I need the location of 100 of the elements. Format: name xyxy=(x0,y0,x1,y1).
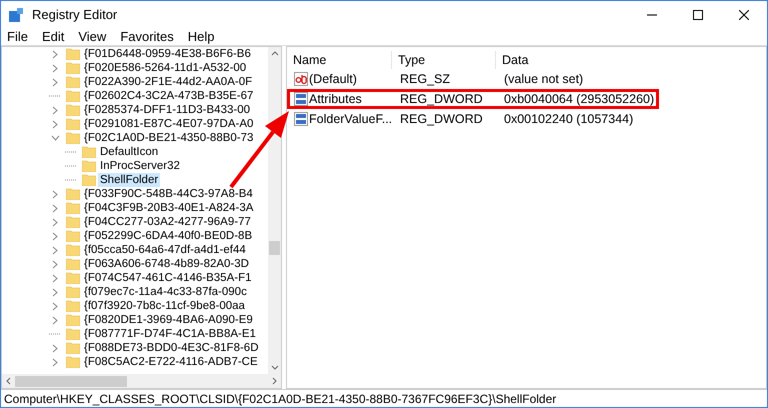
tree-item[interactable]: {F088DE73-BDD0-4E3C-81F8-6D xyxy=(82,341,260,355)
tree-item[interactable]: {F04CC277-03A2-4277-96A9-77 xyxy=(82,215,253,229)
value-data: (value not set) xyxy=(503,70,584,88)
column-header[interactable]: Data xyxy=(495,50,655,70)
tree-item[interactable]: {f05cca50-64a6-47df-a4d1-ef44 xyxy=(82,243,248,257)
tree-item[interactable]: {f07f3920-7b8c-11cf-9be8-00aa xyxy=(82,299,247,313)
menu-item[interactable]: Edit xyxy=(42,26,64,46)
tree-item[interactable]: DefaultIcon xyxy=(98,145,160,159)
folder-icon xyxy=(66,342,80,354)
chevron-right-icon[interactable] xyxy=(52,50,58,58)
menu-item[interactable]: Favorites xyxy=(120,26,174,46)
folder-icon xyxy=(66,356,80,368)
status-bar: Computer\HKEY_CLASSES_ROOT\CLSID\{F02C1A0D-BE21-4350-88B0-7367FC96EF3C}\ShellFolder xyxy=(1,389,767,407)
vertical-scrollbar[interactable] xyxy=(268,47,281,374)
chevron-right-icon[interactable] xyxy=(52,358,58,366)
tree-item[interactable]: InProcServer32 xyxy=(98,159,182,173)
window-title: Registry Editor xyxy=(32,6,118,24)
close-icon[interactable] xyxy=(739,10,749,20)
folder-icon xyxy=(66,258,80,270)
column-header[interactable]: Name xyxy=(287,50,391,70)
maximize-icon[interactable] xyxy=(693,10,703,20)
tree-item[interactable]: {F0285374-DFF1-11D3-B433-00 xyxy=(82,103,252,117)
menu-item[interactable]: Help xyxy=(188,26,215,46)
value-data: 0x00102240 (1057344) xyxy=(503,110,634,128)
chevron-right-icon[interactable] xyxy=(52,64,58,72)
chevron-right-icon[interactable] xyxy=(52,274,58,282)
chevron-right-icon[interactable] xyxy=(52,316,58,324)
tree-item[interactable]: {F033F90C-548B-44C3-97A8-B4 xyxy=(82,187,255,201)
string-value-icon xyxy=(294,72,308,86)
tree-item[interactable]: {F02602C4-3C2A-473B-B35E-67 xyxy=(82,89,256,103)
value-name: FolderValueF... xyxy=(309,110,392,128)
chevron-right-icon[interactable] xyxy=(52,190,58,198)
scrollbar-thumb[interactable] xyxy=(269,241,280,255)
tree-item[interactable]: {F04C3F9B-20B3-40E1-A824-3A xyxy=(82,201,256,215)
tree-item[interactable]: {F0820DE1-3969-4BA6-A090-E9 xyxy=(82,313,255,327)
tree-item[interactable]: {F063A606-6748-4b89-82A0-3D xyxy=(82,257,251,271)
tree-item[interactable]: {F01D6448-0959-4E38-B6F6-B6 xyxy=(82,47,253,61)
folder-icon xyxy=(66,230,80,242)
folder-icon xyxy=(66,62,80,74)
menu-item[interactable]: File xyxy=(7,26,28,46)
folder-icon xyxy=(66,132,80,144)
value-data: 0xb0040064 (2953052260) xyxy=(503,90,654,108)
folder-icon xyxy=(66,76,80,88)
folder-icon xyxy=(66,188,80,200)
value-name: (Default) xyxy=(309,70,357,88)
tree-item[interactable]: ShellFolder xyxy=(98,173,160,187)
chevron-down-icon[interactable] xyxy=(50,135,60,141)
value-row[interactable]: (Default) REG_SZ (value not set) xyxy=(287,69,659,89)
binary-value-icon xyxy=(294,112,308,126)
value-type: REG_DWORD xyxy=(399,90,484,108)
tree-connector-line xyxy=(65,151,77,153)
tree-item[interactable]: {F052299C-6DA4-40f0-BE0D-8B xyxy=(82,229,254,243)
folder-icon xyxy=(66,300,80,312)
chevron-right-icon[interactable] xyxy=(52,260,58,268)
folder-icon xyxy=(66,202,80,214)
scroll-down-icon[interactable] xyxy=(270,365,278,370)
value-row[interactable]: FolderValueF... REG_DWORD 0x00102240 (1057344) xyxy=(287,109,659,129)
folder-icon xyxy=(82,174,96,186)
chevron-right-icon[interactable] xyxy=(52,288,58,296)
chevron-right-icon[interactable] xyxy=(52,120,58,128)
tree-connector-line xyxy=(49,95,61,97)
tree-item[interactable]: {F0291081-E87C-4E07-97DA-A0 xyxy=(82,117,256,131)
tree-connector-line xyxy=(65,179,77,181)
chevron-right-icon[interactable] xyxy=(52,344,58,352)
chevron-right-icon[interactable] xyxy=(52,232,58,240)
folder-icon xyxy=(66,328,80,340)
tree-item[interactable]: {f079ec7c-11a4-4c33-87fa-090c xyxy=(82,285,249,299)
folder-icon xyxy=(66,244,80,256)
horizontal-scrollbar[interactable] xyxy=(2,374,281,388)
tree-item[interactable]: {F022A390-2F1E-44d2-AA0A-0F xyxy=(82,75,254,89)
folder-icon xyxy=(66,118,80,130)
folder-icon xyxy=(66,90,80,102)
tree-item[interactable]: {F074C547-461C-4146-B35A-F1 xyxy=(82,271,254,285)
scrollbar-thumb[interactable] xyxy=(15,376,127,386)
tree-item[interactable]: {F02C1A0D-BE21-4350-88B0-73 xyxy=(82,131,256,145)
folder-icon xyxy=(82,146,96,158)
chevron-right-icon[interactable] xyxy=(52,78,58,86)
tree-item[interactable]: {F087771F-D74F-4C1A-BB8A-E1 xyxy=(82,327,258,341)
folder-icon xyxy=(66,216,80,228)
tree-item[interactable]: {F020E586-5264-11d1-A532-00 xyxy=(82,61,248,75)
tree-connector-line xyxy=(49,333,61,335)
app-icon xyxy=(8,6,24,22)
scroll-left-icon[interactable] xyxy=(6,377,11,385)
chevron-right-icon[interactable] xyxy=(52,246,58,254)
value-row[interactable]: Attributes REG_DWORD 0xb0040064 (2953052260) xyxy=(287,89,659,109)
chevron-right-icon[interactable] xyxy=(52,302,58,310)
value-type: REG_DWORD xyxy=(399,110,484,128)
chevron-right-icon[interactable] xyxy=(52,218,58,226)
chevron-right-icon[interactable] xyxy=(52,106,58,114)
scroll-right-icon[interactable] xyxy=(272,377,277,385)
tree-connector-line xyxy=(65,165,77,167)
menu-item[interactable]: View xyxy=(78,26,106,46)
column-header[interactable]: Type xyxy=(391,50,495,70)
value-name: Attributes xyxy=(309,90,362,108)
folder-icon xyxy=(82,160,96,172)
binary-value-icon xyxy=(294,92,308,106)
chevron-right-icon[interactable] xyxy=(52,204,58,212)
tree-item[interactable]: {F08C5AC2-E722-4116-ADB7-CE xyxy=(82,355,260,369)
folder-icon xyxy=(66,48,80,60)
scroll-up-icon[interactable] xyxy=(270,51,278,56)
